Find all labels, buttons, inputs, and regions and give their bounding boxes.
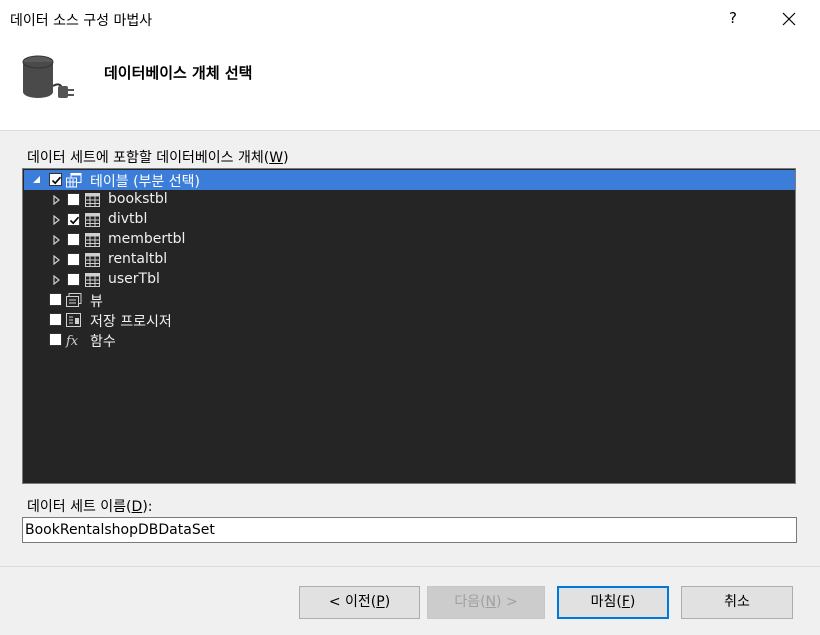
view-icon — [66, 293, 82, 307]
tree-item-label: divtbl — [108, 211, 148, 227]
tree-item-label: userTbl — [108, 271, 160, 287]
table-icon — [85, 193, 100, 207]
checkbox[interactable] — [67, 233, 80, 246]
tree-item-label: 뷰 — [90, 294, 103, 310]
finish-button[interactable]: 마침(F) — [557, 586, 669, 619]
tree-item[interactable]: rentaltbl — [24, 250, 795, 270]
tree-item[interactable]: bookstbl — [24, 190, 795, 210]
tree-item[interactable]: 저장 프로시저 — [24, 310, 795, 330]
close-icon — [782, 12, 796, 26]
next-button[interactable]: 다음(N) > — [427, 586, 545, 619]
tree-item[interactable]: membertbl — [24, 230, 795, 250]
svg-text:fx: fx — [65, 334, 79, 348]
checkbox[interactable] — [49, 333, 62, 346]
collapsed-chevron-icon[interactable] — [52, 275, 62, 285]
tree-item-label: 함수 — [90, 334, 116, 350]
tree-item[interactable]: fx 함수 — [24, 330, 795, 350]
checkbox[interactable] — [67, 273, 80, 286]
tree-item-label: rentaltbl — [108, 251, 168, 267]
checkbox[interactable] — [49, 313, 62, 326]
checkbox[interactable] — [49, 293, 62, 306]
database-connection-icon — [22, 55, 74, 98]
cancel-button[interactable]: 취소 — [681, 586, 793, 619]
table-icon — [85, 273, 100, 287]
tree-item[interactable]: 뷰 — [24, 290, 795, 310]
wizard-header: 데이터베이스 개체 선택 — [0, 38, 820, 131]
page-heading: 데이터베이스 개체 선택 — [104, 64, 253, 82]
function-icon: fx — [65, 334, 79, 348]
collapsed-chevron-icon[interactable] — [52, 195, 62, 205]
collapsed-chevron-icon[interactable] — [52, 215, 62, 225]
dataset-name-label: 데이터 세트 이름(D): — [27, 499, 153, 515]
table-icon — [85, 213, 100, 227]
checkbox[interactable] — [49, 173, 62, 186]
footer-divider — [0, 566, 820, 567]
previous-button[interactable]: < 이전(P) — [299, 586, 420, 619]
tree-item[interactable]: userTbl — [24, 270, 795, 290]
tree-item-label: 저장 프로시저 — [90, 314, 172, 330]
tables-icon — [66, 173, 82, 188]
help-button[interactable]: ? — [722, 9, 744, 27]
tree-item-label: bookstbl — [108, 191, 168, 207]
collapsed-chevron-icon[interactable] — [52, 235, 62, 245]
stored-procedure-icon — [66, 313, 81, 327]
title-bar: 데이터 소스 구성 마법사 ? — [0, 0, 820, 38]
expanded-chevron-icon[interactable] — [32, 175, 42, 185]
tree-item[interactable]: 테이블 (부분 선택) — [24, 170, 795, 190]
table-icon — [85, 233, 100, 247]
window-title: 데이터 소스 구성 마법사 — [10, 13, 153, 29]
database-objects-tree[interactable]: 테이블 (부분 선택) bookstbl divtbl membertbl rental… — [22, 168, 796, 484]
tree-item-label: 테이블 (부분 선택) — [90, 174, 200, 190]
collapsed-chevron-icon[interactable] — [52, 255, 62, 265]
checkbox[interactable] — [67, 253, 80, 266]
tree-item[interactable]: divtbl — [24, 210, 795, 230]
objects-label: 데이터 세트에 포함할 데이터베이스 개체(W) — [27, 150, 289, 166]
tree-item-label: membertbl — [108, 231, 186, 247]
close-button[interactable] — [776, 6, 802, 32]
dataset-name-input[interactable] — [22, 517, 797, 543]
checkbox[interactable] — [67, 213, 80, 226]
checkbox[interactable] — [67, 193, 80, 206]
table-icon — [85, 253, 100, 267]
